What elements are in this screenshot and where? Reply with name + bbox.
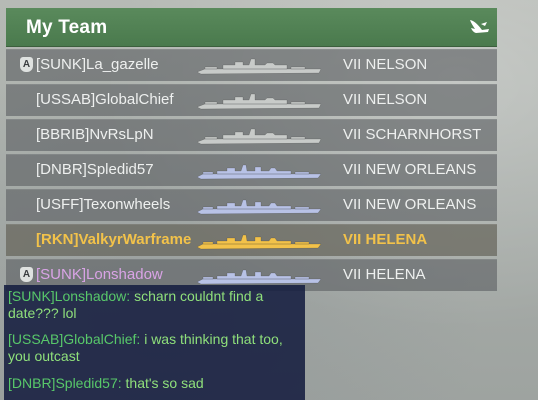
ship-silhouette-icon <box>196 234 322 250</box>
ship-silhouette-icon <box>196 93 322 110</box>
ship-name: VII SCHARNHORST <box>343 126 482 143</box>
ship-name: VII NEW ORLEANS <box>343 196 477 213</box>
team-panel: My Team A [SUNK]La_gazelle VII NELSON [U… <box>6 8 497 291</box>
ship-hull <box>196 234 322 250</box>
ship-name: VII HELENA <box>343 231 428 248</box>
player-name: [RKN]ValkyrWarframe <box>36 231 192 248</box>
ship-name: VII HELENA <box>343 266 426 283</box>
player-row[interactable]: [DNBR]Spledid57 VII NEW ORLEANS <box>6 154 497 186</box>
chat-panel[interactable]: [SUNK]Lonshadow: scharn couldnt find a d… <box>4 285 305 400</box>
player-name: [SUNK]Lonshadow <box>36 266 163 283</box>
panel-title: My Team <box>26 17 108 38</box>
bird-icon[interactable] <box>467 15 491 39</box>
ship-hull <box>196 269 322 285</box>
player-row[interactable]: A [SUNK]La_gazelle VII NELSON <box>6 49 497 81</box>
player-row[interactable]: [BBRIB]NvRsLpN VII SCHARNHORST <box>6 119 497 151</box>
player-row[interactable]: [USSAB]GlobalChief VII NELSON <box>6 84 497 116</box>
player-row[interactable]: [USFF]Texonwheels VII NEW ORLEANS <box>6 189 497 221</box>
chat-text: that's so sad <box>125 375 204 391</box>
chat-sender: [USSAB]GlobalChief: <box>8 331 141 347</box>
ship-hull <box>196 128 322 145</box>
ship-hull <box>196 58 322 75</box>
ship-hull <box>196 164 322 180</box>
chat-message: [DNBR]Spledid57: that's so sad <box>8 375 300 392</box>
ship-hull <box>196 93 322 110</box>
division-badge: A <box>20 267 33 282</box>
ship-silhouette-icon <box>196 58 322 75</box>
chat-message: [SUNK]Lonshadow: scharn couldnt find a d… <box>8 288 300 322</box>
ship-name: VII NELSON <box>343 91 428 108</box>
ship-name: VII NEW ORLEANS <box>343 161 477 178</box>
player-name: [USFF]Texonwheels <box>36 196 171 213</box>
team-panel-header: My Team <box>6 8 497 47</box>
player-name: [BBRIB]NvRsLpN <box>36 126 154 143</box>
player-name: [USSAB]GlobalChief <box>36 91 174 108</box>
ship-name: VII NELSON <box>343 56 428 73</box>
ship-silhouette-icon <box>196 199 322 215</box>
chat-sender: [DNBR]Spledid57: <box>8 375 122 391</box>
player-name: [SUNK]La_gazelle <box>36 56 159 73</box>
division-badge: A <box>20 57 33 72</box>
ship-hull <box>196 199 322 215</box>
chat-message: [USSAB]GlobalChief: i was thinking that … <box>8 331 300 365</box>
player-list: A [SUNK]La_gazelle VII NELSON [USSAB]Glo… <box>6 49 497 294</box>
player-row-self[interactable]: [RKN]ValkyrWarframe VII HELENA <box>6 224 497 256</box>
ship-silhouette-icon <box>196 128 322 145</box>
ship-silhouette-icon <box>196 164 322 180</box>
player-name: [DNBR]Spledid57 <box>36 161 154 178</box>
chat-sender: [SUNK]Lonshadow: <box>8 288 131 304</box>
